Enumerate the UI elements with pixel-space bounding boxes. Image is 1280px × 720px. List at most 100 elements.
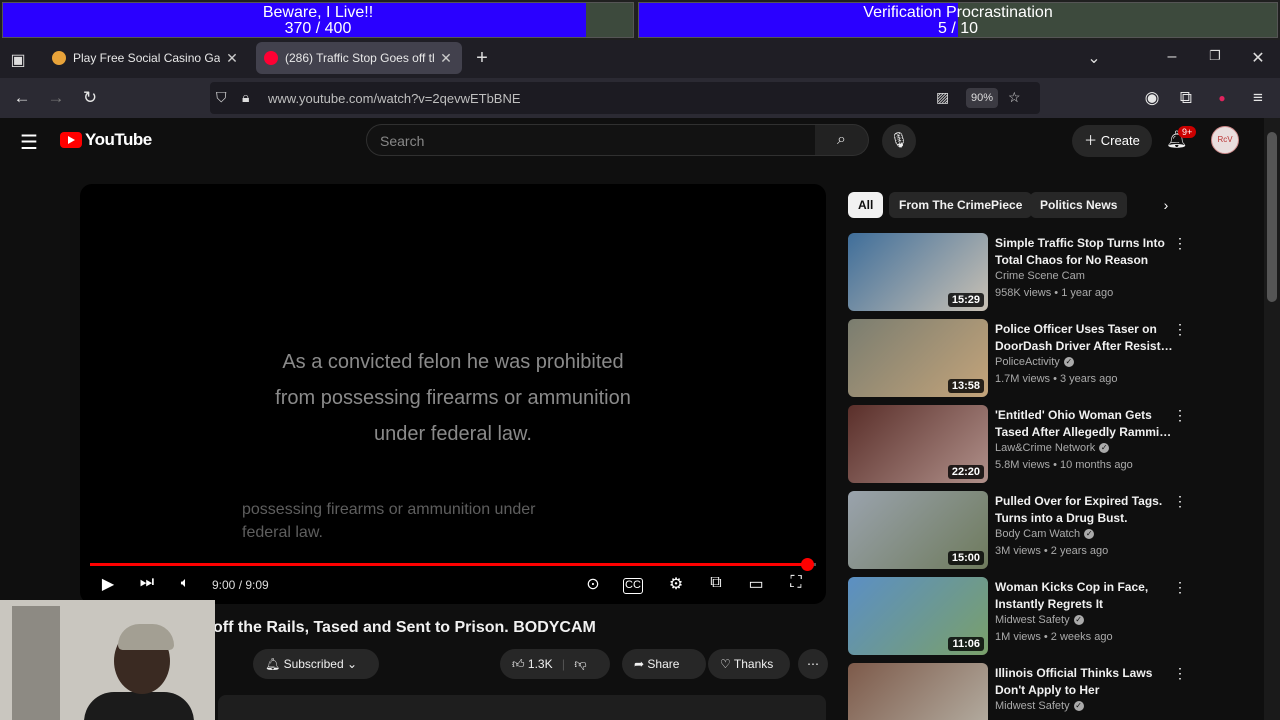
thanks-button[interactable]: ♡ Thanks (708, 649, 790, 679)
share-button[interactable]: ➦ Share (622, 649, 706, 679)
verified-check-icon: ✓ (1073, 615, 1084, 626)
chip-politics-news[interactable]: Politics News (1030, 192, 1128, 218)
address-bar[interactable]: ⛉ 🔒︎ www.youtube.com/watch?v=2qevwETbBNE… (210, 82, 1040, 114)
title-line: Don't Apply to Her (995, 683, 1100, 697)
close-tab-icon[interactable]: ✕ (224, 50, 240, 67)
menu-icon[interactable]: ≡ (1246, 87, 1270, 109)
recommendation-title[interactable]: Simple Traffic Stop Turns Into Total Chao… (995, 235, 1173, 269)
stream-overlay: Beware, I Live!! 370 / 400 Verification … (0, 0, 1280, 40)
notification-count-badge: 9+ (1178, 126, 1197, 138)
picture-in-picture-icon[interactable]: ▨ (936, 89, 949, 106)
fullscreen-icon[interactable]: ⛶ (783, 574, 809, 592)
close-tab-icon[interactable]: ✕ (438, 50, 454, 67)
title-line: Pulled Over for Expired Tags. (995, 494, 1163, 508)
caption-line: under federal law. (374, 423, 532, 445)
page-scrollbar-thumb[interactable] (1267, 132, 1277, 302)
more-options-icon[interactable]: ⋮ (1173, 493, 1187, 510)
video-thumbnail[interactable]: 13:58 (848, 319, 988, 397)
tab-list-chevron-icon[interactable]: ⌄ (1082, 48, 1106, 68)
more-options-icon[interactable]: ⋮ (1173, 407, 1187, 424)
video-player[interactable]: As a convicted felon he was prohibited f… (80, 184, 826, 604)
zoom-level[interactable]: 90% (966, 88, 998, 108)
casino-favicon-icon (52, 51, 66, 65)
chevron-right-icon[interactable]: › (1154, 193, 1178, 217)
channel-name[interactable]: PoliceActivity ✓ (995, 356, 1074, 368)
like-button[interactable]: 👍︎ 1.3K | 👎︎ (500, 649, 610, 679)
more-actions-button[interactable]: ⋯ (798, 649, 828, 679)
shield-icon[interactable]: ⛉ (216, 89, 227, 106)
extension-record-icon[interactable]: ● (1210, 87, 1234, 109)
create-button[interactable]: ＋ Create (1072, 125, 1152, 157)
scrubber-handle[interactable] (801, 558, 814, 571)
video-thumbnail[interactable]: 15:00 (848, 491, 988, 569)
video-thumbnail[interactable]: 11:06 (848, 577, 988, 655)
voice-search-button[interactable]: 🎙︎ (882, 124, 916, 158)
view-meta: 1M views • 2 weeks ago (995, 631, 1113, 643)
recommendation-title[interactable]: 'Entitled' Ohio Woman Gets Tased After Al… (995, 407, 1173, 441)
verified-check-icon: ✓ (1099, 443, 1110, 454)
recommendation-title[interactable]: Pulled Over for Expired Tags. Turns into … (995, 493, 1173, 527)
bookmark-star-icon[interactable]: ☆ (1008, 89, 1021, 106)
video-thumbnail[interactable] (848, 663, 988, 720)
channel-name[interactable]: Crime Scene Cam (995, 270, 1085, 282)
new-tab-icon[interactable]: + (470, 47, 494, 70)
close-window-icon[interactable]: ✕ (1246, 48, 1270, 68)
minimize-icon[interactable]: – (1160, 48, 1184, 66)
back-arrow-icon[interactable]: ← (10, 87, 34, 109)
webcam-person-beanie (118, 624, 174, 650)
theater-mode-icon[interactable]: ▭ (743, 574, 769, 594)
caption-sub-line: federal law. (242, 524, 323, 541)
tab-casino[interactable]: Play Free Social Casino Games Onl ✕ (44, 42, 248, 74)
chip-from-the-crimepiece[interactable]: From The CrimePiece (889, 192, 1033, 218)
next-video-icon[interactable]: ⏭ (134, 574, 160, 592)
extensions-icon[interactable]: ⧉ (1174, 87, 1198, 109)
description-box[interactable] (218, 695, 826, 720)
recommendation-title[interactable]: Woman Kicks Cop in Face, Instantly Regret… (995, 579, 1173, 613)
lock-icon[interactable]: 🔒︎ (242, 89, 249, 106)
settings-gear-icon[interactable]: ⚙ (663, 574, 689, 594)
title-line: Illinois Official Thinks Laws (995, 666, 1153, 680)
miniplayer-icon[interactable]: ⧉ (703, 574, 729, 592)
video-thumbnail[interactable]: 22:20 (848, 405, 988, 483)
title-line: Tased After Allegedly Rammin... (995, 425, 1173, 439)
subtitles-cc-icon[interactable]: CC (623, 578, 643, 594)
channel-name[interactable]: Law&Crime Network ✓ (995, 442, 1110, 454)
webcam-overlay (0, 600, 215, 720)
tab-manager-icon[interactable]: ▣ (6, 50, 30, 70)
recommendation-item[interactable]: Illinois Official Thinks Laws Don't Apply… (848, 663, 1188, 720)
restore-icon[interactable]: ❐ (1203, 48, 1227, 64)
account-icon[interactable]: ◉ (1140, 87, 1164, 109)
volume-icon[interactable]: 🔈︎ (172, 574, 198, 591)
youtube-logo[interactable]: YouTube (60, 130, 152, 150)
subscribed-button[interactable]: 🔔︎ Subscribed ⌄ (253, 649, 379, 679)
video-thumbnail[interactable]: 15:29 (848, 233, 988, 311)
tab-title: Play Free Social Casino Games Onl (73, 51, 220, 65)
recommendation-item[interactable]: 11:06 Woman Kicks Cop in Face, Instantly R… (848, 577, 1188, 657)
more-options-icon[interactable]: ⋮ (1173, 579, 1187, 596)
channel-name[interactable]: Body Cam Watch ✓ (995, 528, 1095, 540)
recommendation-item[interactable]: 15:29 Simple Traffic Stop Turns Into Total… (848, 233, 1188, 313)
progress-bar[interactable] (90, 558, 816, 571)
more-options-icon[interactable]: ⋮ (1173, 321, 1187, 338)
search-button[interactable]: ⌕ (815, 124, 869, 156)
search-input[interactable]: Search (366, 124, 816, 156)
more-options-icon[interactable]: ⋮ (1173, 665, 1187, 682)
recommendation-item[interactable]: 22:20 'Entitled' Ohio Woman Gets Tased Aft… (848, 405, 1188, 485)
recommendation-item[interactable]: 13:58 Police Officer Uses Taser on DoorDas… (848, 319, 1188, 399)
account-avatar[interactable]: RcV (1211, 126, 1239, 154)
play-icon[interactable]: ▶ (95, 574, 121, 594)
recommendation-item[interactable]: 15:00 Pulled Over for Expired Tags. Turns … (848, 491, 1188, 571)
guide-menu-icon[interactable]: ☰ (20, 130, 38, 155)
thumbs-down-icon[interactable]: 👎︎ (574, 657, 586, 671)
chip-all[interactable]: All (848, 192, 884, 218)
autoplay-toggle-icon[interactable]: ⊙ (580, 574, 606, 594)
reload-icon[interactable]: ↻ (78, 87, 102, 109)
recommendation-title[interactable]: Police Officer Uses Taser on DoorDash Dri… (995, 321, 1173, 355)
tab-youtube[interactable]: (286) Traffic Stop Goes off the Rails, T… (256, 42, 462, 74)
channel-name[interactable]: Midwest Safety ✓ (995, 614, 1084, 626)
channel-name[interactable]: Midwest Safety ✓ (995, 700, 1084, 712)
more-options-icon[interactable]: ⋮ (1173, 235, 1187, 252)
channel-label: Crime Scene Cam (995, 270, 1085, 282)
recommendation-title[interactable]: Illinois Official Thinks Laws Don't Apply… (995, 665, 1173, 699)
forward-arrow-icon[interactable]: → (44, 87, 68, 109)
